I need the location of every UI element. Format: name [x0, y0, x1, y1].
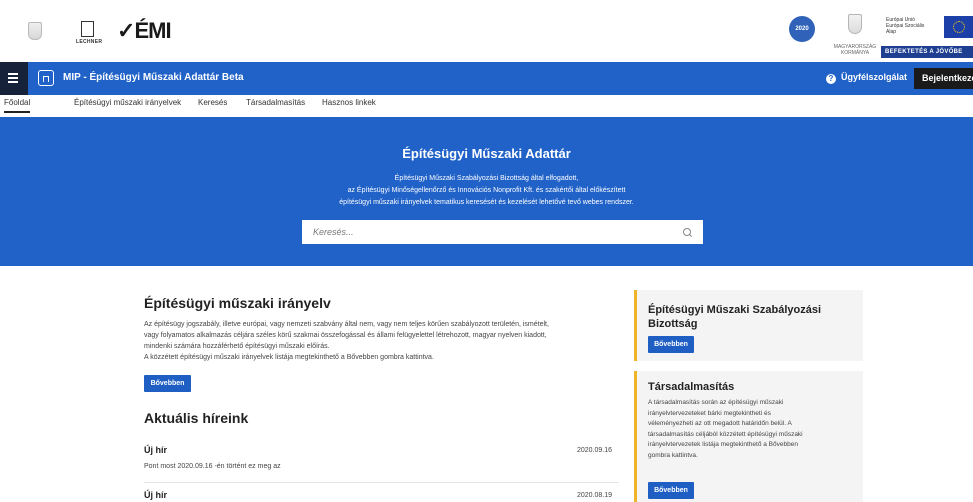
side-panel-text-line: irányelvtervezeteket bárki megtekintheti…: [648, 409, 771, 417]
hamburger-icon-line: [8, 77, 18, 79]
tab-bar: Főoldal Építésügyi műszaki irányelvek Ke…: [0, 95, 973, 118]
hero-description: Építésügyi Műszaki Szabályozási Bizottsá…: [0, 173, 973, 209]
description-line: mindenki számára hozzáférhető építésügyi…: [144, 343, 330, 350]
eu-flag-icon: [944, 16, 973, 38]
side-panel-text: A társadalmasítás során az építésügyi mű…: [648, 398, 853, 461]
lechner-logo-text: LECHNER: [76, 39, 103, 45]
hamburger-icon-line: [8, 81, 18, 83]
hamburger-icon: [8, 73, 18, 75]
logo-bar: LECHNER ✓ÉMI 2020 MAGYARORSZÁG KORMÁNYA …: [0, 0, 973, 62]
description-line: Az építésügy jogszabály, illetve európai…: [144, 321, 549, 328]
side-panel-text-line: gombra kattintva.: [648, 451, 698, 459]
tab-useful-links[interactable]: Hasznos linkek: [322, 95, 376, 111]
description-line: A közzétett építésügyi műszaki irányelve…: [144, 354, 434, 361]
lechner-logo-icon: [81, 21, 94, 37]
hero-description-line: építésügyi műszaki irányelvek tematikus …: [339, 199, 634, 206]
emi-checkmark-icon: ✓: [117, 18, 135, 43]
side-panel-title: Társadalmasítás: [648, 381, 735, 393]
tab-guidelines[interactable]: Építésügyi műszaki irányelvek: [74, 95, 181, 111]
news-item-title[interactable]: Új hír: [144, 490, 167, 500]
guideline-description: Az építésügy jogszabály, illetve európai…: [144, 319, 614, 363]
side-panel-title-line: Bizottság: [648, 318, 698, 330]
side-panel-title-line: Építésügyi Műszaki Szabályozási: [648, 304, 822, 316]
app-title[interactable]: MIP - Építésügyi Műszaki Adattár Beta: [63, 72, 244, 83]
emi-logo-text: ÉMI: [134, 18, 171, 43]
guideline-more-button[interactable]: Bővebben: [144, 375, 191, 392]
government-crest-logo: [848, 14, 862, 34]
hero-title: Építésügyi Műszaki Adattár: [402, 146, 571, 161]
side-panel-text-line: társadalmasítás céljából közzétett építé…: [648, 430, 803, 438]
news-item-date: 2020.09.16: [577, 447, 613, 454]
description-line: vagy folyamatos alkalmazás céljára széle…: [144, 332, 547, 339]
home-icon[interactable]: [38, 70, 54, 86]
hungarian-crest-logo: [28, 22, 42, 40]
side-panel-text-line: irányelvtervezetek listája megtekinthető…: [648, 441, 798, 448]
news-item-date: 2020.08.19: [577, 492, 613, 499]
tab-search[interactable]: Keresés: [198, 95, 227, 111]
search-box: [302, 220, 703, 244]
eu-fund-text: Európai Unió Európai Szociális Alap: [886, 17, 924, 35]
hero-description-line: Építésügyi Műszaki Szabályozási Bizottsá…: [394, 175, 579, 182]
main-navbar: MIP - Építésügyi Műszaki Adattár Beta ? Ü…: [0, 62, 973, 95]
committee-more-button[interactable]: Bővebben: [648, 336, 694, 353]
emi-logo: ✓ÉMI: [117, 18, 172, 43]
tab-home[interactable]: Főoldal: [4, 95, 31, 113]
question-icon: ?: [826, 74, 836, 84]
szechenyi-2020-logo: 2020: [789, 16, 815, 42]
section-title-guideline: Építésügyi műszaki irányelv: [144, 295, 331, 311]
search-input[interactable]: [302, 220, 672, 244]
side-panel-committee: Építésügyi Műszaki Szabályozási Bizottsá…: [634, 290, 863, 361]
hero-banner: Építésügyi Műszaki Adattár Építésügyi Mű…: [0, 117, 973, 266]
government-logo-text: MAGYARORSZÁG KORMÁNYA: [833, 44, 877, 56]
side-panel-socialization: Társadalmasítás A társadalmasítás során …: [634, 371, 863, 502]
side-panel-title: Építésügyi Műszaki Szabályozási Bizottsá…: [648, 303, 821, 331]
hamburger-menu-button[interactable]: [0, 62, 28, 95]
news-item-title[interactable]: Új hír: [144, 445, 167, 455]
news-divider: [144, 482, 619, 483]
eu-text-line: Alap: [886, 29, 897, 35]
help-label: Ügyfélszolgálat: [841, 72, 908, 82]
help-link[interactable]: ? Ügyfélszolgálat: [826, 72, 907, 84]
login-button[interactable]: Bejelentkezés: [914, 68, 973, 89]
hero-description-line: az Építésügyi Minőségellenőrző és Innová…: [347, 187, 626, 194]
side-panel-text-line: véleményezheti az ott megadott határidőn…: [648, 420, 792, 427]
tab-socialization[interactable]: Társadalmasítás: [246, 95, 305, 111]
news-section-title: Aktuális híreink: [144, 410, 249, 426]
search-icon[interactable]: [683, 228, 691, 236]
socialization-more-button[interactable]: Bővebben: [648, 482, 694, 499]
news-item-text: Pont most 2020.09.16 -én történt ez meg …: [144, 463, 281, 470]
eu-investment-banner: BEFEKTETÉS A JÖVŐBE: [881, 46, 973, 58]
side-panel-text-line: A társadalmasítás során az építésügyi mű…: [648, 399, 784, 406]
